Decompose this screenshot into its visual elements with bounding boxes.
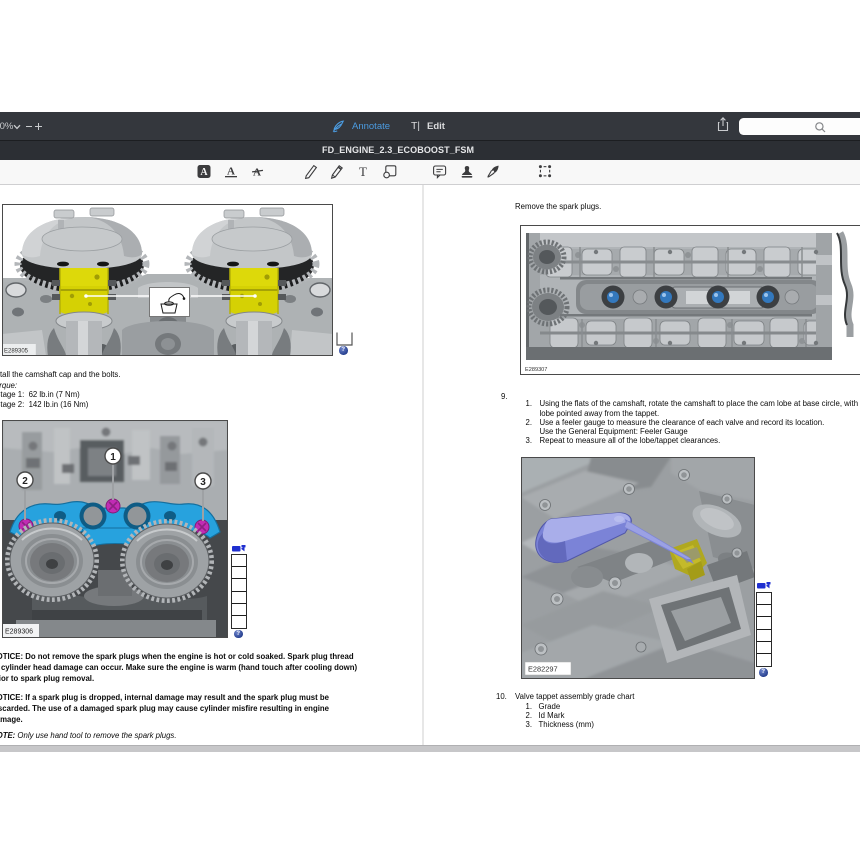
svg-text:A: A bbox=[253, 166, 261, 178]
svg-text:E289307: E289307 bbox=[525, 367, 547, 373]
svg-text:1: 1 bbox=[110, 452, 116, 463]
svg-text:E282297: E282297 bbox=[528, 665, 558, 674]
svg-text:A: A bbox=[200, 167, 208, 178]
svg-text:3: 3 bbox=[200, 477, 206, 488]
svg-text:T: T bbox=[359, 164, 367, 179]
svg-text:E289305: E289305 bbox=[4, 349, 29, 355]
svg-text:E289306: E289306 bbox=[5, 629, 33, 636]
svg-text:A: A bbox=[227, 165, 235, 177]
svg-text:2: 2 bbox=[22, 476, 28, 487]
